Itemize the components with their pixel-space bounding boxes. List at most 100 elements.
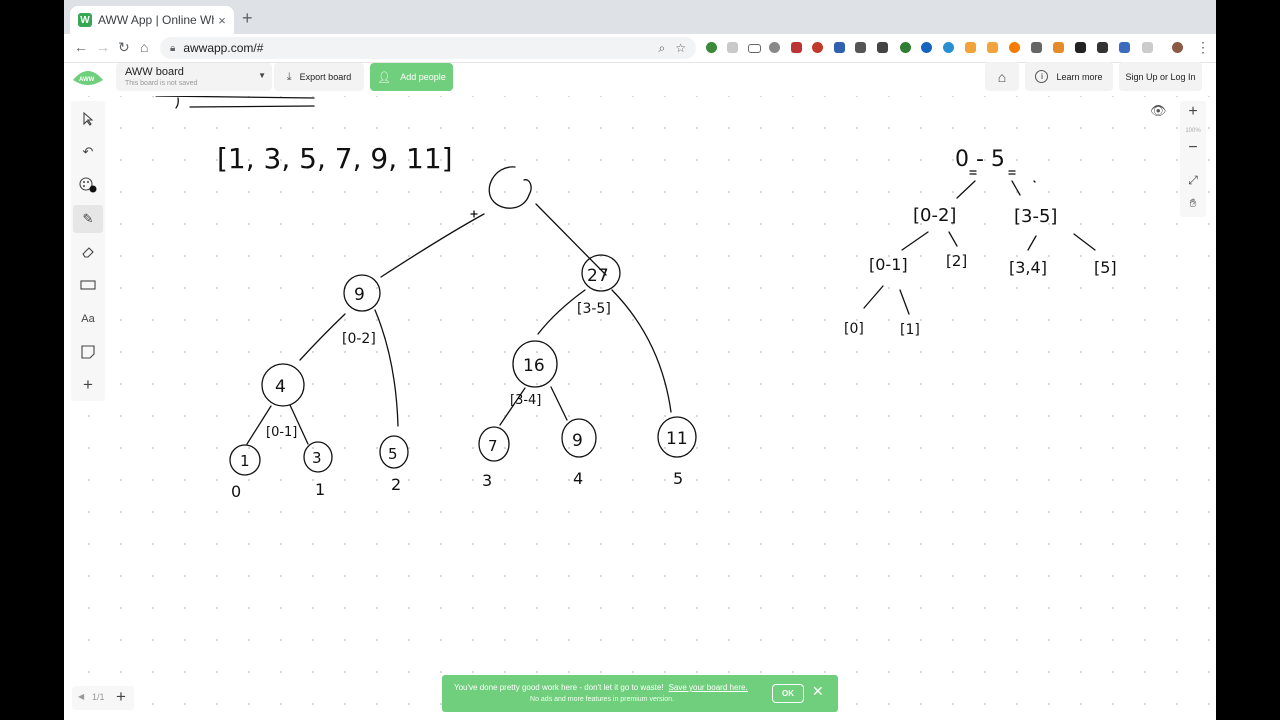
forward-icon[interactable]: → xyxy=(96,39,110,55)
extension-icon[interactable] xyxy=(965,42,976,53)
browser-toolbar: ← → ↻ ⌂ 🔒︎ awwapp.com/# ⌕ ☆ ⋮ xyxy=(64,34,1216,63)
extension-icon[interactable] xyxy=(921,42,932,53)
pencil-tool[interactable]: ✎ xyxy=(73,205,103,233)
reload-icon[interactable]: ↻ xyxy=(118,39,130,56)
plus-icon: + xyxy=(83,375,93,394)
color-tool[interactable] xyxy=(73,171,103,199)
hand-pan-icon[interactable]: ✋︎ xyxy=(1180,196,1206,211)
browser-tab[interactable]: W AWW App | Online Whiteboard × xyxy=(70,6,234,34)
tree-edge xyxy=(611,289,672,413)
extension-icon[interactable] xyxy=(1053,42,1064,53)
extension-icon[interactable] xyxy=(1142,42,1153,53)
board-name: AWW board xyxy=(125,66,184,78)
extension-icon[interactable] xyxy=(943,42,954,53)
tree-node-circle xyxy=(488,166,532,209)
sign-up-button[interactable]: Sign Up or Log In xyxy=(1119,62,1202,91)
extension-icon[interactable] xyxy=(855,42,866,53)
tree-node-label: 7 xyxy=(488,437,498,455)
fit-screen-icon[interactable]: ⤢ xyxy=(1180,173,1206,188)
add-page-button[interactable]: + xyxy=(116,687,126,707)
extension-icon[interactable] xyxy=(834,42,845,53)
zoom-out-button[interactable]: − xyxy=(1180,139,1206,157)
export-board-label: Export board xyxy=(299,72,352,82)
extension-icon[interactable] xyxy=(748,44,761,53)
sign-up-label: Sign Up or Log In xyxy=(1125,71,1196,82)
extension-icon[interactable] xyxy=(727,42,738,53)
tree-edge xyxy=(899,289,910,315)
home-button[interactable]: ⌂ xyxy=(985,62,1019,91)
add-people-label: Add people xyxy=(400,72,446,82)
select-tool[interactable] xyxy=(73,105,103,133)
extension-icon[interactable] xyxy=(1075,42,1086,53)
tab-strip: W AWW App | Online Whiteboard × + xyxy=(64,0,1216,34)
extension-icon[interactable] xyxy=(706,42,717,53)
info-icon: i xyxy=(1035,70,1049,83)
back-icon[interactable]: ← xyxy=(74,39,88,55)
eye-icon[interactable]: 👁︎ xyxy=(1150,103,1167,119)
eraser-icon xyxy=(82,247,94,258)
page-indicator: 1/1 xyxy=(92,692,105,702)
extension-icon[interactable] xyxy=(812,42,823,53)
extension-icon[interactable] xyxy=(769,42,780,53)
save-board-link[interactable]: Save your board here. xyxy=(669,683,748,692)
tree-range-label: [3-4] xyxy=(510,393,541,408)
cursor-icon xyxy=(83,112,94,126)
learn-more-button[interactable]: i Learn more xyxy=(1025,62,1113,91)
page-navigator: ◀ 1/1 + xyxy=(72,686,134,710)
home-icon[interactable]: ⌂ xyxy=(140,39,148,55)
handwritten-root-range: 0 - 5 xyxy=(955,147,1005,172)
extension-icon[interactable] xyxy=(791,42,802,53)
shape-tool[interactable] xyxy=(73,271,103,299)
board-selector[interactable]: AWW board This board is not saved ▼ xyxy=(116,63,272,91)
undo-tool[interactable]: ↶ xyxy=(73,138,103,166)
avatar[interactable] xyxy=(1172,42,1183,53)
eraser-tool[interactable] xyxy=(73,238,103,266)
tree-edge xyxy=(948,231,958,247)
aww-logo-icon[interactable]: AWW xyxy=(72,68,104,88)
palette-icon xyxy=(79,177,97,193)
add-people-button[interactable]: 👤︎ Add people xyxy=(370,63,453,91)
zoom-icon[interactable]: ⌕ xyxy=(659,41,666,56)
new-tab-button[interactable]: + xyxy=(242,8,253,29)
tree-edge xyxy=(1027,235,1037,251)
chrome-menu-icon[interactable]: ⋮ xyxy=(1196,39,1210,56)
extension-icon[interactable] xyxy=(877,42,888,53)
rectangle-icon xyxy=(80,280,96,290)
leaf-index-label: 5 xyxy=(673,469,683,488)
drawing-stroke xyxy=(155,96,315,109)
tree-node-label: 27 xyxy=(587,266,609,286)
export-board-button[interactable]: ⤓ Export board xyxy=(274,63,364,91)
zoom-level: 100% xyxy=(1185,128,1201,134)
extension-icon[interactable] xyxy=(1097,42,1108,53)
tree-range-label: [0-1] xyxy=(266,425,297,440)
add-tool[interactable]: + xyxy=(73,371,103,399)
extension-icon[interactable] xyxy=(1119,42,1130,53)
prev-page-icon[interactable]: ◀ xyxy=(78,692,84,701)
range-label: [0-2] xyxy=(913,205,956,226)
zoom-panel: + 100% − ⤢ ✋︎ xyxy=(1180,101,1206,217)
board-status: This board is not saved xyxy=(125,80,198,87)
sticky-note-tool[interactable] xyxy=(73,338,103,366)
zoom-in-button[interactable]: + xyxy=(1180,103,1206,121)
browser-window: W AWW App | Online Whiteboard × + ← → ↻ … xyxy=(64,0,1216,720)
extension-icon[interactable] xyxy=(1031,42,1042,53)
bookmark-star-icon[interactable]: ☆ xyxy=(675,41,686,55)
tree-edge xyxy=(901,231,929,251)
text-tool[interactable]: Aa xyxy=(73,305,103,333)
tab-close-icon[interactable]: × xyxy=(214,13,230,28)
close-icon[interactable]: ✕ xyxy=(812,683,824,700)
address-bar[interactable]: 🔒︎ awwapp.com/# ⌕ ☆ xyxy=(160,37,696,59)
tab-title: AWW App | Online Whiteboard xyxy=(98,13,214,27)
whiteboard-canvas[interactable]: [1, 3, 5, 7, 9, 11] 0 - 5 9 27 4 16 1 3 … xyxy=(64,96,1216,720)
extension-icon[interactable] xyxy=(900,42,911,53)
extension-icon[interactable] xyxy=(987,42,998,53)
extension-icon[interactable] xyxy=(1009,42,1020,53)
leaf-index-label: 3 xyxy=(482,471,492,490)
tree-edge xyxy=(1011,180,1021,196)
tree-node-label: 11 xyxy=(666,429,688,449)
chevron-down-icon: ▼ xyxy=(258,71,266,80)
home-icon: ⌂ xyxy=(997,68,1007,85)
tree-node-label: 3 xyxy=(312,449,322,467)
pencil-icon: ✎ xyxy=(82,211,94,226)
banner-ok-button[interactable]: OK xyxy=(772,684,804,703)
